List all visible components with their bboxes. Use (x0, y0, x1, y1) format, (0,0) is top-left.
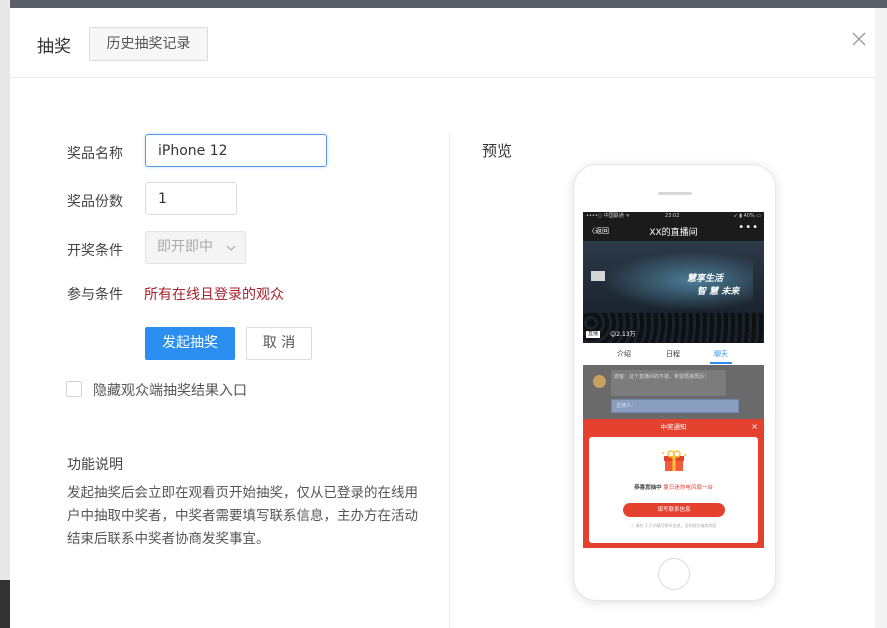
draw-condition-value: 即开即中 (157, 239, 213, 255)
prize-name-label: 奖品名称 (67, 146, 123, 162)
chat-bubble: 游客：这个直播间的不错，希望再接再厉！ (611, 370, 726, 396)
tab-chat: 聊天 (714, 350, 728, 358)
popup-title: 中奖通知 (660, 423, 687, 431)
prize-count-input[interactable] (145, 182, 237, 215)
event-logo (591, 271, 605, 281)
prize-name-text: 夏日迷你电风扇一台 (663, 485, 713, 491)
carrier-text: ••••○ 中国联通 ᯤ (586, 213, 630, 219)
phone-tabs: 介绍 日程 聊天 (583, 343, 764, 365)
hide-entry-checkbox[interactable] (66, 381, 82, 397)
gift-icon (662, 450, 686, 471)
cancel-button[interactable]: 取 消 (246, 327, 312, 360)
audience-image (583, 313, 764, 343)
chevron-down-icon (226, 245, 236, 251)
active-tab-indicator (710, 362, 732, 364)
phone-status-bar: ••••○ 中国联通 ᯤ 23:02 ➶ ▮ 40% ▭ (583, 212, 764, 221)
start-lottery-button[interactable]: 发起抽奖 (145, 327, 235, 360)
phone-preview: ••••○ 中国联通 ᯤ 23:02 ➶ ▮ 40% ▭ 〈返回 XX的直播间 … (573, 164, 776, 601)
close-icon[interactable] (848, 28, 870, 50)
window-right-edge (875, 8, 887, 628)
avatar (593, 375, 606, 388)
banner-slogan-1: 慧享生活 (687, 274, 724, 284)
fill-contact-button: 填写联系信息 (623, 503, 725, 517)
window-left-edge (0, 0, 10, 628)
description-title: 功能说明 (67, 457, 123, 473)
draw-condition-select[interactable]: 即开即中 (145, 231, 246, 264)
battery-text: ➶ ▮ 40% ▭ (733, 213, 761, 219)
join-condition-value: 所有在线且登录的观众 (144, 287, 284, 303)
lottery-dialog: 抽奖 历史抽奖记录 奖品名称 奖品份数 开奖条件 即开即中 参与条件 所有在线且… (10, 8, 875, 628)
popup-message: 恭喜您抽中 夏日迷你电风扇一台 (634, 485, 713, 491)
phone-screen: ••••○ 中国联通 ᯤ 23:02 ➶ ▮ 40% ▭ 〈返回 XX的直播间 … (583, 212, 764, 548)
window-top-bar (0, 0, 887, 8)
prize-count-label: 奖品份数 (67, 194, 123, 210)
draw-condition-label: 开奖条件 (67, 243, 123, 259)
dialog-title: 抽奖 (37, 37, 71, 57)
history-records-button[interactable]: 历史抽奖记录 (89, 27, 208, 61)
room-title: XX的直播间 (649, 228, 698, 238)
live-banner: 慧享生活 智 慧 未来 直播 ☺2.13万 (583, 241, 764, 343)
tab-schedule: 日程 (666, 350, 680, 358)
tab-intro: 介绍 (617, 350, 631, 358)
live-badge: 直播 (586, 331, 601, 338)
dialog-header: 抽奖 历史抽奖记录 (10, 8, 875, 78)
description-text: 发起抽奖后会立即在观看页开始抽奖，仅从已登录的在线用户中抽取中奖者，中奖者需要填… (67, 485, 418, 547)
popup-card: 恭喜您抽中 夏日迷你电风扇一台 填写联系信息 ⓘ 请在 3 天内填写联系信息，否… (589, 437, 758, 543)
view-count: ☺2.13万 (610, 331, 636, 338)
phone-nav-bar: 〈返回 XX的直播间 ••• (583, 221, 764, 241)
prize-name-input[interactable] (145, 134, 327, 167)
popup-tip: ⓘ 请在 3 天内填写联系信息，否则视为放弃领奖 (630, 523, 717, 528)
chat-input: 主持人： (611, 399, 739, 413)
hide-entry-label: 隐藏观众端抽奖结果入口 (93, 383, 247, 399)
preview-title: 预览 (482, 142, 513, 160)
banner-slogan-2: 智 慧 未来 (697, 287, 740, 297)
phone-speaker (658, 192, 692, 195)
win-notification-popup: 中奖通知 × 恭喜您抽中 夏日迷你电风扇一台 填写联系信息 ⓘ 请在 3 天内填 (583, 419, 764, 548)
join-condition-label: 参与条件 (67, 287, 123, 303)
status-time: 23:02 (665, 213, 680, 219)
close-icon: × (751, 422, 758, 431)
phone-home-button (658, 558, 690, 590)
section-divider (449, 132, 450, 628)
more-icon: ••• (738, 222, 759, 233)
